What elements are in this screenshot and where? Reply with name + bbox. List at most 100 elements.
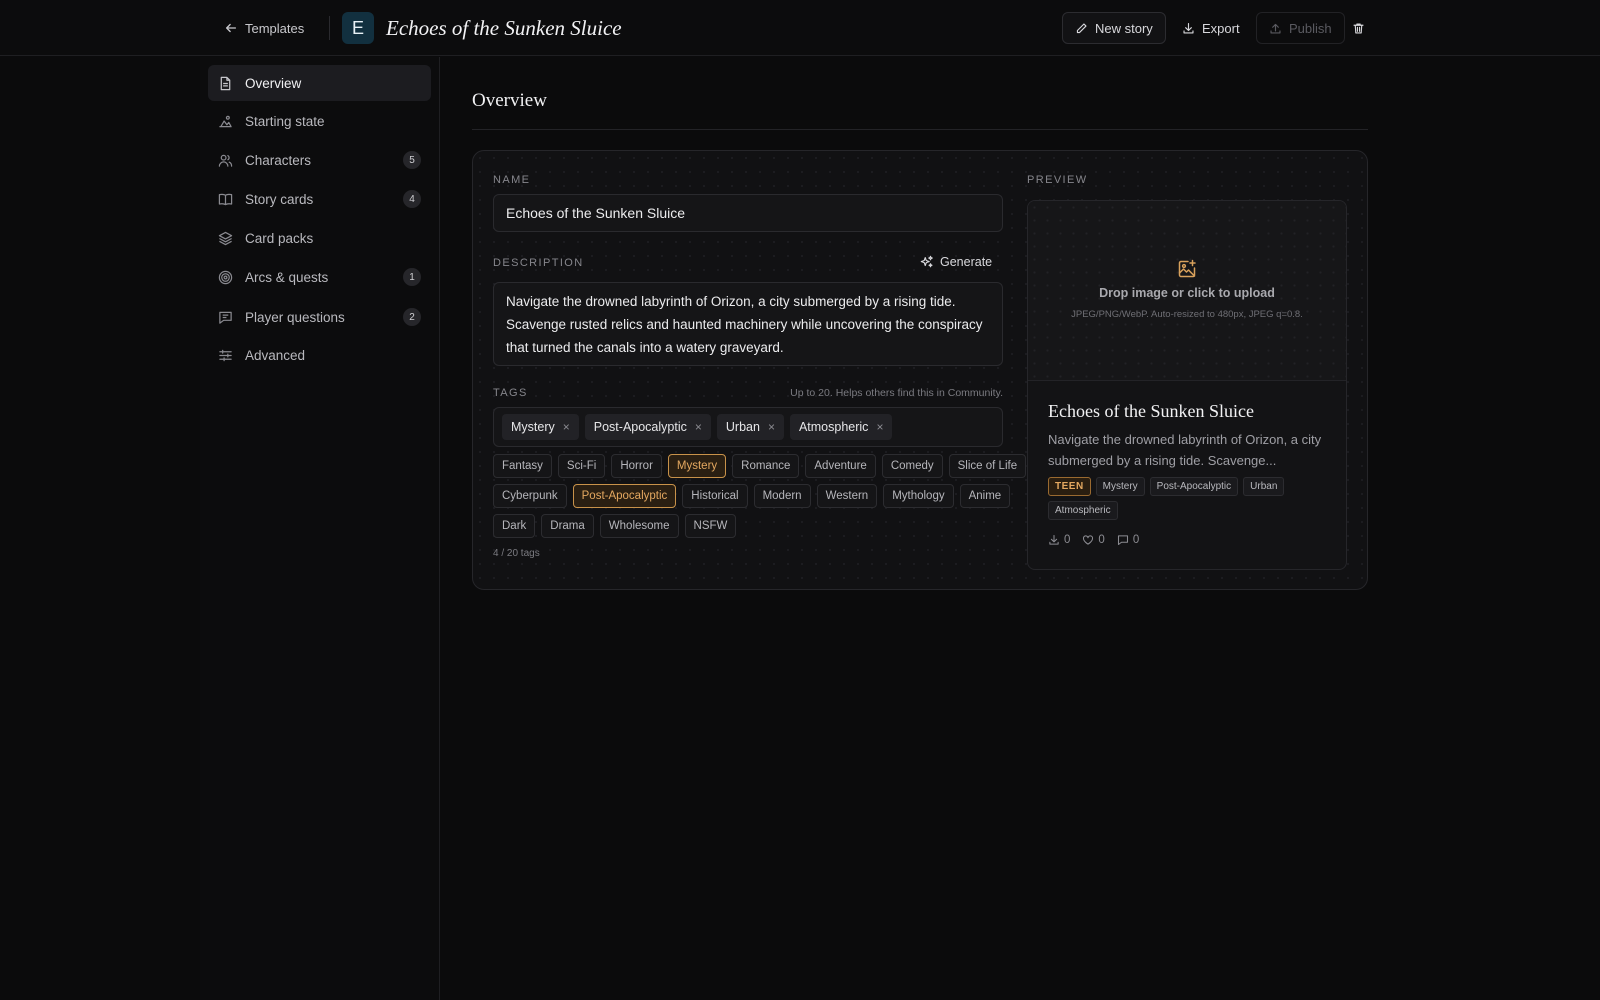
sidebar-item-label: Card packs [245,230,314,246]
comments-count: 0 [1132,534,1140,546]
target-icon [218,270,233,284]
count-badge: 1 [403,268,421,286]
sidebar-item-starting-state[interactable]: Starting state [208,103,431,139]
sidebar-item-characters[interactable]: Characters 5 [208,142,431,178]
remove-tag-icon[interactable]: × [768,420,775,434]
book-icon [218,193,233,205]
suggested-tag[interactable]: Mythology [883,484,954,508]
trash-icon [1353,22,1364,34]
suggested-tag[interactable]: Cyberpunk [493,484,567,508]
description-label: DESCRIPTION [493,257,584,269]
suggested-tag[interactable]: Western [816,484,878,508]
preview-tag: Urban [1243,477,1285,496]
name-field[interactable]: Echoes of the Sunken Sluice [493,194,1003,232]
description-field[interactable]: Navigate the drowned labyrinth of Orizon… [493,282,1003,366]
sidebar-item-label: Starting state [245,113,325,129]
suggested-tag[interactable]: Anime [959,484,1011,508]
sidebar-item-label: Advanced [245,347,306,363]
export-label: Export [1202,20,1240,36]
document-icon [220,76,231,90]
suggested-tag[interactable]: Adventure [805,454,876,478]
downloads-stat: 0 [1048,534,1070,546]
suggested-tag[interactable]: Romance [732,454,800,478]
tag-label: Post-Apocalyptic [593,420,687,434]
top-bar: Templates E Echoes of the Sunken Sluice … [0,0,1600,56]
suggested-tag[interactable]: Fantasy [493,454,552,478]
story-avatar: E [342,12,374,44]
download-icon [1183,22,1194,34]
sidebar-item-overview[interactable]: Overview [208,65,431,101]
story-title: Echoes of the Sunken Sluice [386,16,622,40]
preview-description: Navigate the drowned labyrinth of Orizon… [1048,432,1322,468]
comments-stat: 0 [1117,534,1139,546]
pencil-icon [1076,22,1087,33]
suggested-tag[interactable]: Horror [611,454,662,478]
remove-tag-icon[interactable]: × [563,420,570,434]
downloads-count: 0 [1064,534,1071,546]
sidebar-item-card-packs[interactable]: Card packs [208,220,431,256]
arrow-left-icon [225,23,237,33]
download-icon [1049,534,1059,545]
delete-button[interactable] [1344,12,1373,44]
heart-icon [1083,535,1094,545]
preview-tag: Post-Apocalyptic [1149,477,1239,496]
remove-tag-icon[interactable]: × [876,420,883,434]
tag-label: Urban [725,420,760,434]
suggested-tag[interactable]: Modern [753,484,811,508]
suggested-tag[interactable]: Wholesome [599,514,679,538]
layers-icon [218,231,233,245]
title-divider [472,129,1368,130]
sidebar-item-player-questions[interactable]: Player questions 2 [208,299,431,335]
new-story-button[interactable]: New story [1062,12,1166,44]
sparkles-icon [920,255,933,268]
sliders-icon [219,349,232,361]
generate-button[interactable]: Generate [920,252,992,272]
likes-count: 0 [1098,534,1105,546]
publish-button[interactable]: Publish [1256,12,1345,44]
sidebar-item-arcs-quests[interactable]: Arcs & quests 1 [208,259,431,295]
sidebar-item-label: Player questions [245,309,345,325]
selected-tag-chip: Urban × [716,414,784,440]
image-upload-dropzone[interactable]: Drop image or click to upload JPEG/PNG/W… [1028,201,1346,381]
upload-hint: JPEG/PNG/WebP. Auto-resized to 480px, JP… [1071,309,1303,320]
export-button[interactable]: Export [1170,12,1252,44]
suggested-tag[interactable]: Historical [682,484,748,508]
back-to-templates-link[interactable]: Templates [224,14,304,42]
preview-tags: TEEN Mystery Post-Apocalyptic Urban Atmo… [1048,477,1338,520]
selected-tag-chip: Atmospheric × [789,414,893,440]
users-icon [218,154,233,167]
upload-icon [1270,23,1281,34]
suggested-tags-row: Fantasy Sci-Fi Horror Mystery Romance Ad… [493,454,1027,478]
tags-input[interactable]: Mystery × Post-Apocalyptic × Urban × Atm… [493,407,1003,447]
new-story-label: New story [1095,20,1153,36]
preview-card: Drop image or click to upload JPEG/PNG/W… [1027,200,1347,570]
message-icon [219,311,232,324]
preview-tag: Atmospheric [1048,501,1118,520]
sidebar-item-label: Overview [245,75,302,91]
landscape-icon [219,115,232,127]
sidebar-item-advanced[interactable]: Advanced [208,337,431,373]
suggested-tag[interactable]: Slice of Life [948,454,1027,478]
header-divider [329,16,330,40]
generate-label: Generate [940,255,993,269]
suggested-tag[interactable]: Sci-Fi [557,454,606,478]
suggested-tags-row: Dark Drama Wholesome NSFW [493,514,737,538]
suggested-tag[interactable]: Post-Apocalyptic [572,484,677,508]
suggested-tag[interactable]: Drama [541,514,594,538]
sidebar-item-story-cards[interactable]: Story cards 4 [208,181,431,217]
suggested-tag[interactable]: Mystery [667,454,727,478]
rating-badge: TEEN [1048,477,1091,496]
remove-tag-icon[interactable]: × [695,420,702,434]
preview-title: Echoes of the Sunken Sluice [1048,401,1254,421]
suggested-tag[interactable]: Dark [493,514,536,538]
name-label: NAME [493,174,531,186]
preview-label: PREVIEW [1027,174,1088,186]
likes-stat: 0 [1082,534,1105,546]
sidebar-item-label: Characters [245,152,312,168]
suggested-tag[interactable]: Comedy [881,454,943,478]
selected-tag-chip: Post-Apocalyptic × [584,414,711,440]
tag-label: Mystery [511,420,555,434]
sidebar-item-label: Story cards [245,191,314,207]
suggested-tag[interactable]: NSFW [684,514,737,538]
image-plus-icon [1178,259,1196,278]
